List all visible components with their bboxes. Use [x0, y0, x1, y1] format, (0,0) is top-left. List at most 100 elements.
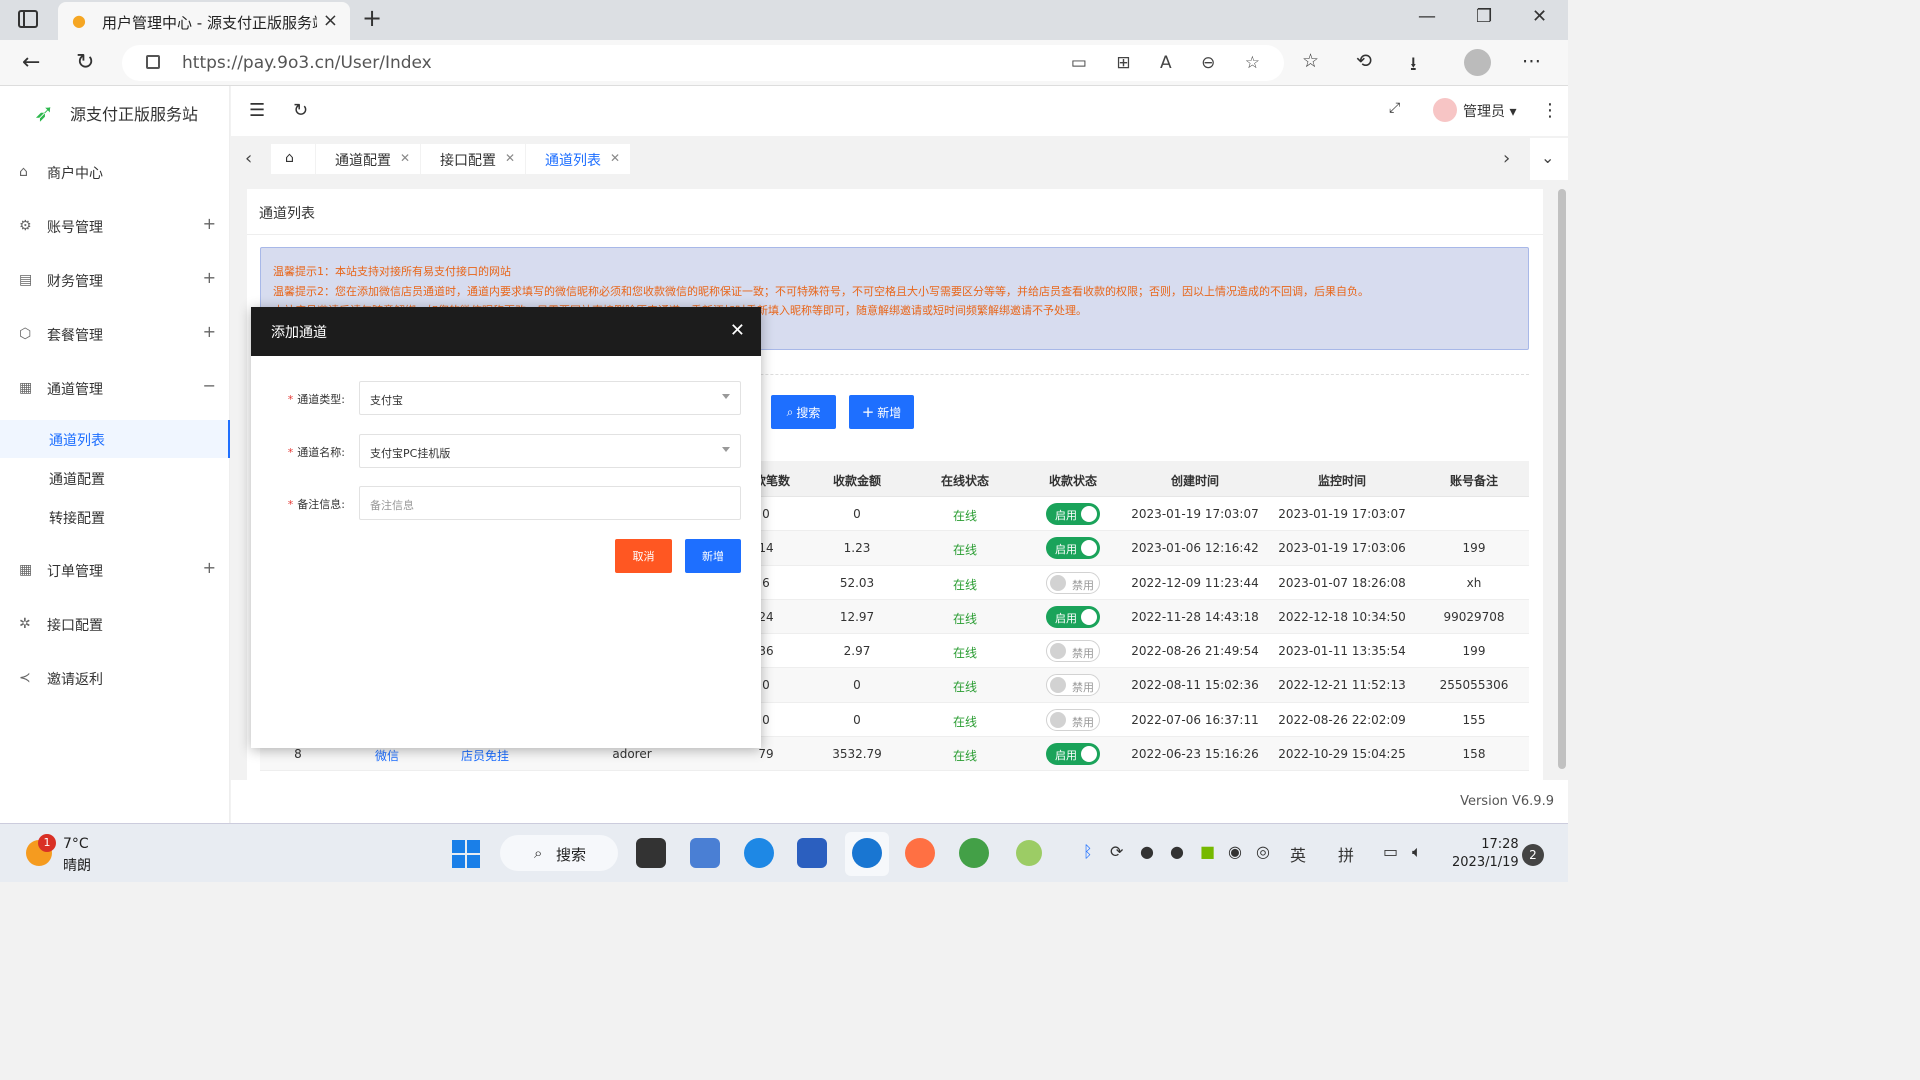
read-aloud-icon[interactable]: A — [1160, 53, 1172, 73]
vscode-icon[interactable] — [744, 838, 774, 868]
tab-actions-icon[interactable] — [18, 10, 38, 28]
start-icon[interactable] — [452, 840, 480, 868]
close-window-icon[interactable]: ✕ — [1532, 6, 1547, 27]
status-toggle[interactable]: 启用 — [1046, 743, 1100, 766]
expand-icon[interactable]: + — [203, 214, 216, 233]
nvidia-icon[interactable]: ■ — [1200, 842, 1215, 861]
tab-home[interactable]: ⌂ — [271, 144, 315, 174]
close-tab-icon[interactable]: ✕ — [610, 151, 620, 165]
close-tab-icon[interactable]: ✕ — [400, 151, 410, 165]
back-arrow-icon[interactable]: ← — [22, 50, 40, 75]
sidebar-subitem-channel-list[interactable]: 通道列表 — [0, 420, 230, 458]
status-toggle[interactable]: 禁用 — [1046, 708, 1100, 731]
sidebar-item-referral[interactable]: ≺ 邀请返利 — [0, 658, 230, 698]
refresh-icon[interactable]: ↻ — [76, 50, 94, 75]
favorites-icon[interactable]: ☆ — [1302, 50, 1319, 72]
sidebar-item-channel[interactable]: ▦ 通道管理 − — [0, 368, 230, 408]
audio-app-icon[interactable] — [905, 838, 935, 868]
tabs-prev-icon[interactable]: ‹ — [245, 148, 252, 169]
zoom-out-icon[interactable]: ⊖ — [1201, 53, 1215, 73]
sidebar-item-orders[interactable]: ▦ 订单管理 + — [0, 550, 230, 590]
weather-temp[interactable]: 7°C — [63, 836, 89, 852]
browser-tab[interactable]: ● 用户管理中心 - 源支付正版服务站 × — [58, 2, 350, 40]
ime-language[interactable]: 英 — [1290, 842, 1306, 866]
sync-icon[interactable]: ⟳ — [1110, 842, 1123, 861]
menu-toggle-icon[interactable]: ☰ — [249, 100, 265, 121]
more-menu-icon[interactable]: ⋯ — [1522, 50, 1541, 72]
close-tab-icon[interactable]: × — [323, 10, 338, 31]
close-icon[interactable]: ✕ — [730, 320, 745, 341]
remark-input[interactable]: 备注信息 — [359, 486, 741, 520]
tab-channel-config[interactable]: 通道配置 ✕ — [316, 144, 420, 174]
apps-icon[interactable]: ⊞ — [1116, 53, 1130, 73]
channel-type-select[interactable]: 支付宝 — [359, 381, 741, 415]
music-app-icon[interactable] — [959, 838, 989, 868]
add-favorite-icon[interactable]: ☆ — [1245, 53, 1260, 73]
sidebar-subitem-transfer-config[interactable]: 转接配置 — [0, 498, 230, 536]
maximize-icon[interactable]: ❐ — [1476, 6, 1492, 27]
tabs-menu[interactable]: ⌄ — [1530, 138, 1568, 180]
status-toggle[interactable]: 禁用 — [1046, 571, 1100, 594]
download-icon[interactable]: ⭳ — [1410, 50, 1417, 82]
submit-button[interactable]: 新增 — [685, 539, 741, 573]
device-icon[interactable]: ▭ — [1071, 53, 1087, 73]
sidebar-item-package[interactable]: ⬡ 套餐管理 + — [0, 314, 230, 354]
cell-note: xh — [1466, 575, 1482, 590]
admin-avatar[interactable] — [1433, 98, 1457, 122]
volume-icon[interactable]: 🔈︎ — [1412, 842, 1422, 862]
bluetooth-icon[interactable]: ᛒ — [1083, 842, 1093, 861]
weather-desc[interactable]: 晴朗 — [63, 855, 91, 875]
cell-mode[interactable]: 店员免挂 — [461, 747, 509, 764]
status-toggle[interactable]: 启用 — [1046, 537, 1100, 560]
cancel-button[interactable]: 取消 — [615, 539, 672, 573]
sidebar-item-account[interactable]: ⚙ 账号管理 + — [0, 206, 230, 246]
browser-app-icon[interactable] — [852, 838, 882, 868]
reload-icon[interactable]: ↻ — [293, 100, 308, 121]
app-icon[interactable] — [1016, 840, 1042, 866]
network-icon[interactable]: ▭ — [1383, 842, 1398, 861]
task-view-icon[interactable] — [636, 838, 666, 868]
more-vertical-icon[interactable]: ⋮ — [1541, 100, 1559, 121]
page-scrollbar[interactable] — [1556, 181, 1568, 779]
camera-icon[interactable]: ◉ — [1228, 842, 1242, 861]
search-button[interactable]: ⌕ 搜索 — [771, 395, 836, 429]
sidebar-item-api-config[interactable]: ✲ 接口配置 — [0, 604, 230, 644]
taskbar-search[interactable]: ⌕ 搜索 — [500, 835, 618, 871]
status-toggle[interactable]: 启用 — [1046, 605, 1100, 628]
minimize-icon[interactable]: — — [1418, 6, 1436, 27]
tabs-next-icon[interactable]: › — [1503, 148, 1510, 169]
steam-icon[interactable]: ◎ — [1256, 842, 1270, 861]
new-tab-icon[interactable]: + — [362, 4, 382, 32]
profile-avatar[interactable] — [1464, 49, 1491, 76]
tab-api-config[interactable]: 接口配置 ✕ — [421, 144, 525, 174]
qq-icon[interactable]: ● — [1170, 842, 1184, 861]
url-text[interactable]: https://pay.9o3.cn/User/Index — [182, 53, 432, 73]
expand-icon[interactable]: + — [203, 322, 216, 341]
collapse-icon[interactable]: − — [203, 376, 216, 395]
notification-badge[interactable]: 2 — [1522, 844, 1544, 866]
status-toggle[interactable]: 启用 — [1046, 503, 1100, 525]
sidebar-subitem-channel-config[interactable]: 通道配置 — [0, 459, 230, 497]
ime-mode[interactable]: 拼 — [1338, 842, 1354, 866]
scrollbar-thumb[interactable] — [1558, 189, 1566, 769]
fullscreen-icon[interactable]: ⤢ — [1389, 100, 1400, 116]
expand-icon[interactable]: + — [203, 558, 216, 577]
cell-type[interactable]: 微信 — [375, 747, 399, 764]
tab-channel-list[interactable]: 通道列表 ✕ — [526, 144, 630, 174]
admin-menu[interactable]: 管理员 ▾ — [1463, 101, 1516, 121]
system-clock[interactable]: 17:28 2023/1/19 — [1452, 836, 1519, 872]
expand-icon[interactable]: + — [203, 268, 216, 287]
address-bar[interactable]: https://pay.9o3.cn/User/Index ▭ ⊞ A ⊖ ☆ — [122, 45, 1284, 81]
qq-icon[interactable]: ● — [1140, 842, 1154, 861]
sidebar-item-merchant[interactable]: ⌂ 商户中心 — [0, 152, 230, 192]
status-toggle[interactable]: 禁用 — [1046, 640, 1100, 663]
store-icon[interactable] — [797, 838, 827, 868]
history-icon[interactable]: ⟲ — [1356, 50, 1372, 72]
status-toggle[interactable]: 禁用 — [1046, 674, 1100, 697]
channel-name-select[interactable]: 支付宝PC挂机版 — [359, 434, 741, 468]
add-button[interactable]: + 新增 — [849, 395, 914, 429]
close-tab-icon[interactable]: ✕ — [505, 151, 515, 165]
remote-desktop-icon[interactable] — [690, 838, 720, 868]
brand-logo[interactable]: ➶ 源支付正版服务站 — [34, 98, 198, 128]
sidebar-item-finance[interactable]: ▤ 财务管理 + — [0, 260, 230, 300]
